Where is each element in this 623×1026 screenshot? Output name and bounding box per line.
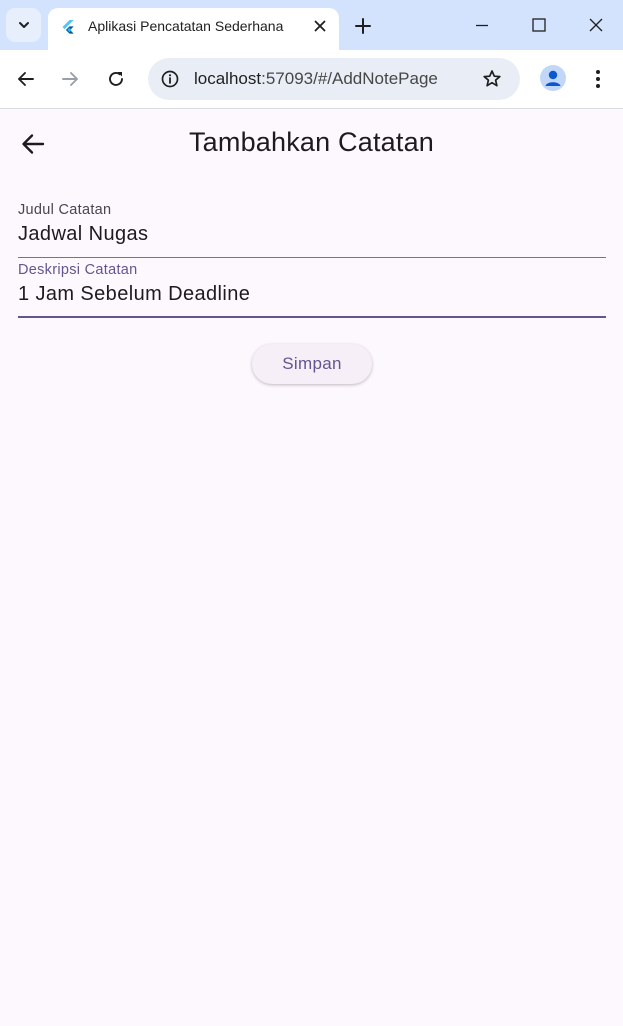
person-icon [545,70,561,86]
close-icon[interactable] [312,18,328,34]
tab-title: Aplikasi Pencatatan Sederhana [88,18,284,34]
deskripsi-catatan-input[interactable]: 1 Jam Sebelum Deadline [18,283,606,306]
maximize-icon[interactable] [531,17,547,33]
more-vert-icon[interactable] [588,68,608,90]
forward-arrow-icon[interactable] [60,69,80,89]
url-path: :57093/#/AddNotePage [261,69,438,88]
chevron-down-icon [18,22,29,28]
plus-icon[interactable] [354,17,372,35]
judul-catatan-underline [18,257,606,258]
info-icon[interactable] [160,69,180,89]
app-bar: Tambahkan Catatan [0,109,623,179]
judul-catatan-field[interactable]: Judul Catatan Jadwal Nugas [18,202,606,259]
minimize-icon[interactable] [474,17,490,33]
deskripsi-catatan-label: Deskripsi Catatan [18,262,138,278]
star-icon[interactable] [482,69,502,89]
url-text[interactable]: localhost:57093/#/AddNotePage [194,69,438,89]
deskripsi-catatan-underline [18,316,606,318]
judul-catatan-label: Judul Catatan [18,202,112,218]
tab-search-button[interactable] [6,8,41,42]
profile-avatar[interactable] [540,65,566,91]
address-bar[interactable]: localhost:57093/#/AddNotePage [148,58,520,100]
flutter-icon [62,20,74,34]
deskripsi-catatan-field[interactable]: Deskripsi Catatan 1 Jam Sebelum Deadline [18,262,606,319]
simpan-button[interactable]: Simpan [252,344,372,384]
url-host: localhost [194,69,262,88]
browser-toolbar: localhost:57093/#/AddNotePage [0,50,623,109]
browser-tabstrip: Aplikasi Pencatatan Sederhana [0,0,623,50]
close-window-icon[interactable] [588,17,604,33]
judul-catatan-input[interactable]: Jadwal Nugas [18,223,606,246]
page-title: Tambahkan Catatan [188,127,435,157]
browser-tab[interactable]: Aplikasi Pencatatan Sederhana [48,8,339,50]
back-arrow-icon[interactable] [16,69,36,89]
reload-icon[interactable] [106,69,126,89]
